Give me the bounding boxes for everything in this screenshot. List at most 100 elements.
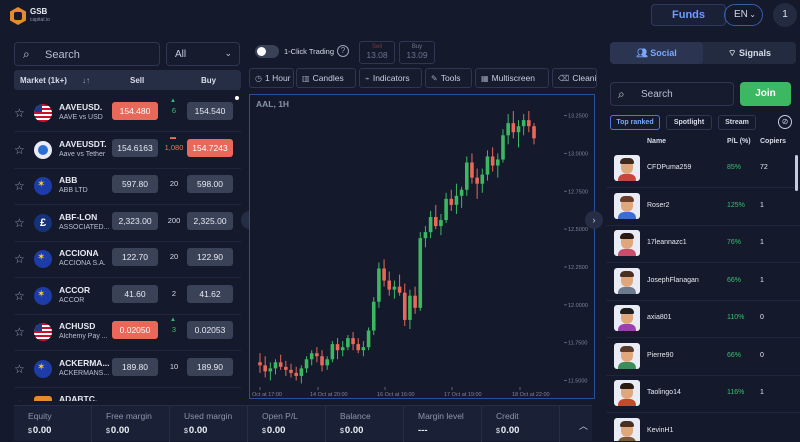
sell-price-button[interactable]: 189.80 [112, 357, 158, 376]
chip-stream[interactable]: Stream [718, 115, 756, 130]
funds-button[interactable]: Funds [651, 4, 726, 26]
trader-name[interactable]: Taolingo14 [647, 389, 681, 396]
candle-body [459, 189, 464, 196]
buy-price-button[interactable]: 2,325.00 [187, 211, 233, 230]
star-icon[interactable]: ☆ [14, 362, 25, 376]
help-icon[interactable]: ? [337, 45, 349, 57]
market-row[interactable]: ☆ ACCORACCOR 41.60 41.62 2 [14, 279, 241, 315]
scroll-indicator[interactable] [235, 96, 239, 100]
star-icon[interactable]: ☆ [14, 252, 25, 266]
candle-body [397, 286, 402, 293]
star-icon[interactable]: ☆ [14, 179, 25, 193]
user-menu-button[interactable]: 1 [773, 3, 797, 27]
star-icon[interactable]: ☆ [14, 289, 25, 303]
toolbar-indicators-button[interactable]: ⌁ Indicators [359, 68, 422, 88]
sort-icon[interactable]: ↓↑ [82, 76, 90, 85]
trader-name[interactable]: axia801 [647, 314, 672, 321]
market-search-input[interactable]: ⌕ Search [14, 42, 160, 66]
join-button[interactable]: Join [740, 82, 791, 106]
market-row[interactable]: ☆ AAVEUSDT. Aave vs Tether 154.6163 154.7243… [14, 133, 241, 169]
toolbar-multiscreen-button[interactable]: ▦ Multiscreen [475, 68, 549, 88]
leaderboard-scrollbar[interactable] [795, 155, 798, 191]
instrument-description: ABB LTD [59, 187, 88, 194]
candle-body [289, 369, 293, 373]
sell-price-button[interactable]: 154.6163 [112, 138, 158, 157]
language-selector[interactable]: EN ⌄ [724, 4, 763, 26]
candle-body [449, 198, 454, 205]
buy-price-button[interactable]: 598.00 [187, 175, 233, 193]
candle-body [273, 362, 278, 369]
trader-name[interactable]: Pierre90 [647, 352, 673, 359]
market-filter-select[interactable]: All ⌄ [166, 42, 240, 66]
trader-name[interactable]: KevinH1 [647, 427, 673, 434]
market-row[interactable]: ☆ AAVEUSD. AAVE vs USD 154.480 154.540 6 ▲ [14, 96, 241, 132]
avatar[interactable] [614, 267, 640, 294]
avatar[interactable] [614, 192, 640, 219]
quick-buy-button[interactable]: Buy 13.09 [399, 41, 435, 64]
tab-signals[interactable]: ⌔ Signals [703, 42, 796, 64]
tab-social[interactable]: 👥︎ Social [610, 42, 703, 64]
market-row[interactable]: ☆ £ ABF-LON ASSOCIATED... 2,323.00 2,325.00 20… [14, 206, 241, 242]
chip-spotlight[interactable]: Spotlight [666, 115, 712, 130]
avatar[interactable] [614, 417, 640, 441]
avatar[interactable] [614, 230, 640, 256]
star-icon[interactable]: ☆ [14, 398, 25, 401]
star-icon[interactable]: ☆ [14, 106, 25, 120]
market-row[interactable]: ☆ ACKERMA...ACKERMANS...189.80 189.90 10 [14, 352, 241, 388]
trader-search-input[interactable]: ⌕ Search [610, 82, 734, 106]
trader-row[interactable]: KevinH1 [606, 414, 800, 441]
trader-row[interactable]: axia801 110% 0 [606, 301, 800, 338]
sell-price-button[interactable]: 41.60 [112, 284, 158, 303]
market-row[interactable]: ☆ ACHUSD Alchemy Pay ... 0.02050 0.02053 3 ▲ [14, 315, 241, 351]
market-row[interactable]: ☆ ADABTC. [14, 388, 241, 401]
avatar[interactable] [614, 305, 640, 331]
avatar[interactable] [614, 342, 640, 369]
avatar-body [618, 249, 636, 256]
candlestick-chart[interactable]: 13.2500 13.0000 12.7500 12.5000 12.2500 12.00… [250, 95, 594, 398]
sell-price-button[interactable]: 597.80 [112, 175, 158, 193]
trader-row[interactable]: Roser2 125% 1 [606, 189, 800, 226]
buy-price-button[interactable]: 41.62 [187, 284, 233, 303]
toolbar-tools-button[interactable]: ✎ Tools [425, 68, 472, 88]
trader-name[interactable]: CFDPuma259 [647, 164, 691, 171]
trader-name[interactable]: 17leannazc1 [647, 239, 687, 246]
candle-body [392, 286, 397, 290]
chip-top-ranked[interactable]: Top ranked [610, 115, 660, 130]
sell-price-button[interactable]: 154.480 [112, 102, 158, 120]
quick-sell-button[interactable]: Sell 13.08 [359, 41, 395, 64]
star-icon[interactable]: ☆ [14, 143, 25, 157]
star-icon[interactable]: ☆ [14, 325, 25, 339]
spread-value: 6 [171, 106, 177, 115]
market-row[interactable]: ☆ ACCIONA ACCIONA S.A. 122.70 122.90 20 [14, 242, 241, 278]
trader-row[interactable]: Pierre90 66% 0 [606, 339, 800, 376]
toolbar-candles-button[interactable]: ▥ Candles [296, 68, 356, 88]
trader-row[interactable]: CFDPuma259 85% 72 [606, 151, 800, 188]
avatar[interactable] [614, 380, 640, 406]
compass-icon[interactable]: ⊘ [778, 115, 792, 129]
buy-price-button[interactable]: 189.90 [187, 357, 233, 376]
market-row[interactable]: ☆ ABB ABB LTD 597.80 598.00 20 [14, 169, 241, 205]
one-click-toggle[interactable] [255, 45, 279, 58]
avatar[interactable] [614, 155, 640, 181]
toolbar-1-hour-button[interactable]: ◷ 1 Hour [249, 68, 294, 88]
trader-name[interactable]: Roser2 [647, 202, 670, 209]
buy-price-button[interactable]: 154.7243 [187, 138, 233, 157]
buy-price-button[interactable]: 122.90 [187, 248, 233, 266]
trader-row[interactable]: Taolingo14 116% 1 [606, 376, 800, 413]
sell-price-button[interactable]: 2,323.00 [112, 211, 158, 230]
col-market[interactable]: Market (1k+) [20, 76, 67, 85]
sell-price-button[interactable]: 122.70 [112, 248, 158, 266]
buy-price-button[interactable]: 154.540 [187, 102, 233, 120]
candle-body [521, 120, 526, 127]
star-icon[interactable]: ☆ [14, 216, 25, 230]
gsb-logo-icon[interactable] [10, 7, 26, 25]
price-chart[interactable]: AAL, 1H 13.2500 13.0000 12.7500 12.5000 12.2… [249, 94, 595, 399]
chevron-up-icon[interactable]: ︿ [579, 419, 588, 432]
collapse-right-icon[interactable]: › [585, 211, 603, 229]
buy-price-button[interactable]: 0.02053 [187, 321, 233, 339]
trader-row[interactable]: JosephFlanagan 66% 1 [606, 264, 800, 301]
sell-price-button[interactable]: 0.02050 [112, 321, 158, 339]
trader-name[interactable]: JosephFlanagan [647, 277, 699, 284]
toolbar-cleaning-button[interactable]: ⌫Cleaning [552, 68, 597, 88]
trader-row[interactable]: 17leannazc1 76% 1 [606, 226, 800, 263]
